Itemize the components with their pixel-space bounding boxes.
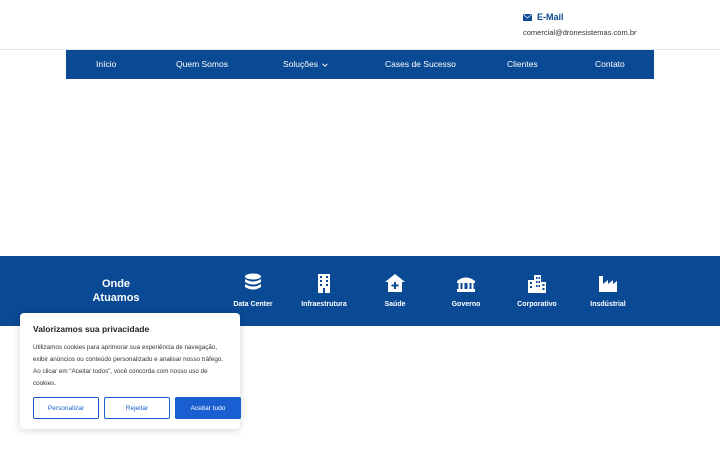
cookie-actions: Personalizar Rejeitar Aceitar tudo <box>33 397 241 419</box>
email-address-link[interactable]: comercial@dronesistemas.com.br <box>523 28 636 37</box>
sectors-title: Onde Atuamos <box>92 278 140 304</box>
reject-cookies-button[interactable]: Rejeitar <box>104 397 170 419</box>
clinic-icon <box>385 274 405 292</box>
city-icon <box>528 275 546 293</box>
customize-cookies-button[interactable]: Personalizar <box>33 397 99 419</box>
nav-item-solucoes[interactable]: Soluções <box>283 50 328 79</box>
top-bar: E-Mail comercial@dronesistemas.com.br <box>0 0 720 50</box>
factory-icon <box>599 276 617 292</box>
sector-governo: Governo <box>426 273 506 308</box>
envelope-icon <box>523 13 532 21</box>
nav-item-contato[interactable]: Contato <box>595 50 625 79</box>
sector-infraestrutura: Infraestrutura <box>284 273 364 308</box>
nav-item-clientes[interactable]: Clientes <box>507 50 538 79</box>
chevron-down-icon <box>322 62 328 67</box>
building-icon <box>318 274 330 293</box>
database-icon <box>245 273 261 290</box>
government-icon <box>457 277 475 292</box>
email-contact: E-Mail comercial@dronesistemas.com.br <box>523 12 636 37</box>
email-title: E-Mail <box>537 12 564 22</box>
cookie-consent-banner: Valorizamos sua privacidade Utilizamos c… <box>20 313 241 429</box>
sector-corporativo: Corporativo <box>497 273 577 308</box>
nav-item-quem-somos[interactable]: Quem Somos <box>176 50 228 79</box>
sector-data-center: Data Center <box>213 273 293 308</box>
email-heading: E-Mail <box>523 12 636 22</box>
nav-item-cases-de-sucesso[interactable]: Cases de Sucesso <box>385 50 456 79</box>
sector-industrial: Insdústrial <box>568 273 648 308</box>
main-navigation: Início Quem Somos Soluções Cases de Suce… <box>66 50 654 79</box>
accept-all-cookies-button[interactable]: Aceitar tudo <box>175 397 241 419</box>
cookie-title: Valorizamos sua privacidade <box>33 324 150 334</box>
sector-saude: Saúde <box>355 273 435 308</box>
cookie-text: Utilizamos cookies para aprimorar sua ex… <box>33 344 224 387</box>
nav-item-inicio[interactable]: Início <box>96 50 116 79</box>
